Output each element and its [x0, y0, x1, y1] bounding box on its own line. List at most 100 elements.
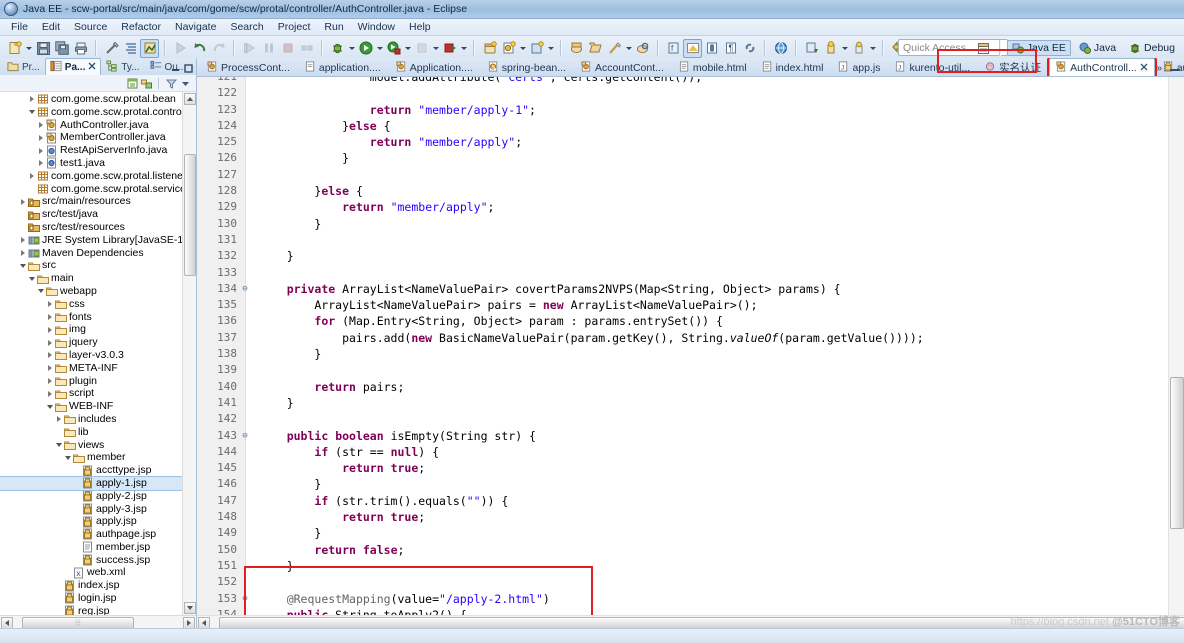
editor-tab-4[interactable]: AccountCont... [574, 58, 671, 76]
editor-scroll-thumb[interactable] [1170, 377, 1184, 529]
tree-item[interactable]: reg.jsp [0, 605, 183, 615]
tree-item[interactable]: com.gome.scw.protal.listener [0, 170, 183, 183]
editor-tab-overflow-chevron[interactable]: » [1156, 63, 1162, 74]
save-icon[interactable] [33, 39, 52, 58]
fold-marker[interactable] [241, 558, 249, 574]
tree-item[interactable]: apply-3.jsp [0, 503, 183, 516]
view-menu-icon[interactable] [180, 78, 191, 89]
chevron-right-icon[interactable] [45, 337, 54, 349]
chevron-down-icon[interactable] [45, 401, 54, 413]
fold-marker[interactable] [241, 232, 249, 248]
maximize-icon[interactable] [183, 63, 194, 74]
editor-tab-7[interactable]: Japp.js [831, 58, 887, 76]
chevron-down-icon[interactable] [403, 40, 412, 57]
code-line[interactable]: 151 } [197, 558, 1169, 574]
undo-icon[interactable] [190, 39, 209, 58]
chevron-down-icon[interactable] [347, 40, 356, 57]
chevron-down-icon[interactable] [24, 40, 33, 57]
code-line[interactable]: 137 pairs.add(new BasicNameValuePair(par… [197, 330, 1169, 346]
tree-item[interactable]: lib [0, 426, 183, 439]
menu-item-search[interactable]: Search [223, 20, 270, 34]
editor-tab-5[interactable]: mobile.html [672, 58, 754, 76]
chevron-down-icon[interactable] [518, 40, 527, 57]
fold-marker[interactable] [241, 248, 249, 264]
code-line[interactable]: 142 [197, 411, 1169, 427]
open-browser-icon[interactable] [771, 39, 790, 58]
tree-item[interactable]: accttype.jsp [0, 464, 183, 477]
tree-item[interactable]: apply-2.jsp [0, 490, 183, 503]
code-line[interactable]: 140 return pairs; [197, 379, 1169, 395]
fold-marker[interactable] [241, 444, 249, 460]
code-line[interactable]: 139 [197, 362, 1169, 378]
tree-item[interactable]: com.gome.scw.protal.controlle [0, 106, 183, 119]
code-line[interactable]: 127 [197, 167, 1169, 183]
tree-item[interactable]: login.jsp [0, 592, 183, 605]
link-with-editor-icon[interactable] [141, 78, 152, 89]
fold-marker[interactable] [241, 395, 249, 411]
code-line[interactable]: 126 } [197, 150, 1169, 166]
code-line[interactable]: 141 } [197, 395, 1169, 411]
tree-item[interactable]: src/test/java [0, 208, 183, 221]
tree-item[interactable]: JRE System Library [JavaSE-1.7] [0, 234, 183, 247]
chevron-right-icon[interactable] [45, 362, 54, 374]
tree-item[interactable]: views [0, 439, 183, 452]
chevron-right-icon[interactable] [36, 132, 45, 144]
code-lines[interactable]: 121 model.addAttribute("certs", certs.ge… [197, 77, 1169, 629]
chevron-down-icon[interactable] [18, 260, 27, 272]
chevron-right-icon[interactable] [45, 311, 54, 323]
run-server-icon[interactable] [440, 39, 459, 58]
code-line[interactable]: 129 return "member/apply"; [197, 199, 1169, 215]
view-tab-pr-0[interactable]: Pr... [2, 58, 45, 75]
code-line[interactable]: 121 model.addAttribute("certs", certs.ge… [197, 77, 1169, 85]
debug-icon[interactable] [328, 39, 347, 58]
menu-item-file[interactable]: File [4, 20, 35, 34]
code-line[interactable]: 144 if (str == null) { [197, 444, 1169, 460]
chevron-down-icon[interactable] [546, 40, 555, 57]
new-ejb-icon[interactable] [527, 39, 546, 58]
chevron-right-icon[interactable] [45, 375, 54, 387]
fold-marker[interactable] [241, 183, 249, 199]
tree-item[interactable]: x web.xml [0, 566, 183, 579]
block-selection-icon[interactable] [702, 39, 721, 58]
code-line[interactable]: 138 } [197, 346, 1169, 362]
fold-marker[interactable] [241, 525, 249, 541]
chevron-right-icon[interactable] [45, 324, 54, 336]
code-line[interactable]: 125 return "member/apply"; [197, 134, 1169, 150]
tree-item[interactable]: member.jsp [0, 541, 183, 554]
fold-marker[interactable] [241, 150, 249, 166]
fold-marker[interactable] [241, 167, 249, 183]
search-type-icon[interactable] [633, 39, 652, 58]
fold-marker[interactable] [241, 346, 249, 362]
tree-item[interactable]: authpage.jsp [0, 528, 183, 541]
new-wizard-icon[interactable] [5, 39, 24, 58]
tree-horizontal-scrollbar[interactable]: ⦙⦙⦙ [0, 615, 196, 629]
fold-marker[interactable] [241, 476, 249, 492]
menu-item-edit[interactable]: Edit [35, 20, 67, 34]
tree-item[interactable]: WEB-INF [0, 400, 183, 413]
fold-marker[interactable] [241, 118, 249, 134]
new-java-package-icon[interactable] [480, 39, 499, 58]
fold-marker[interactable]: ⊖ [241, 428, 249, 444]
chevron-right-icon[interactable] [18, 247, 27, 259]
tree-item[interactable]: com.gome.scw.protal.service [0, 183, 183, 196]
print-icon[interactable] [71, 39, 90, 58]
code-line[interactable]: 150 return false; [197, 542, 1169, 558]
chevron-down-icon[interactable] [63, 452, 72, 464]
menu-item-run[interactable]: Run [317, 20, 350, 34]
code-line[interactable]: 132 } [197, 248, 1169, 264]
code-line[interactable]: 145 return true; [197, 460, 1169, 476]
chevron-down-icon[interactable] [36, 285, 45, 297]
next-annotation-icon[interactable] [802, 39, 821, 58]
chevron-down-icon[interactable] [840, 40, 849, 57]
tree-item[interactable]: plugin [0, 375, 183, 388]
tree-item[interactable]: img [0, 323, 183, 336]
scroll-down-arrow[interactable] [184, 602, 196, 614]
fold-marker[interactable] [241, 493, 249, 509]
code-line[interactable]: 124 }else { [197, 118, 1169, 134]
chevron-right-icon[interactable] [18, 196, 27, 208]
fold-marker[interactable] [241, 542, 249, 558]
tree-item[interactable]: layer-v3.0.3 [0, 349, 183, 362]
code-line[interactable]: 131 [197, 232, 1169, 248]
build-all-icon[interactable] [140, 38, 159, 58]
tree-item[interactable]: Maven Dependencies [0, 247, 183, 260]
